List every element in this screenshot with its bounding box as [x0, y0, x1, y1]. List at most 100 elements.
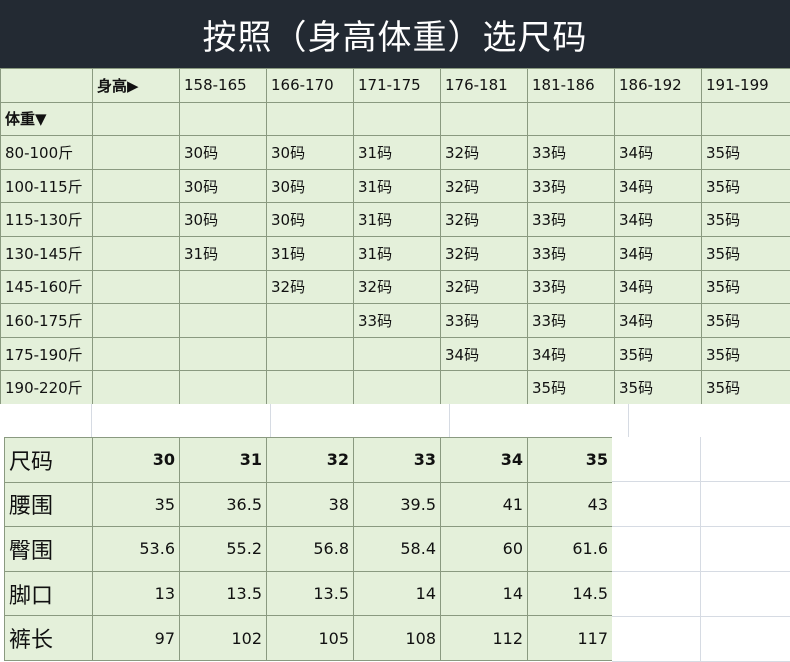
size-cell: 35码: [701, 135, 790, 170]
measurement-value: 13.5: [266, 570, 354, 617]
grid-empty-cell: [701, 101, 790, 137]
size-cell: 30码: [266, 168, 354, 204]
grid-empty-cell: [92, 135, 180, 170]
height-header-row: 身高▶ 158-165 166-170 171-175 176-181 181-186 18…: [0, 68, 790, 103]
size-cell: 33码: [527, 303, 615, 338]
measurement-value: 36.5: [179, 481, 267, 528]
size-cell: 30码: [179, 168, 267, 204]
height-range-header: 176-181: [440, 68, 528, 103]
size-cell: 34码: [440, 336, 528, 372]
grid-empty-cell: [92, 303, 180, 338]
size-cell: 32码: [440, 235, 528, 271]
table-row: 腰围 35 36.5 38 39.5 41 43: [4, 481, 613, 528]
height-range-header: 171-175: [353, 68, 441, 103]
measurement-value: 58.4: [353, 526, 441, 572]
weight-range-label: 145-160斤: [0, 269, 93, 305]
table-row: 80-100斤 30码 30码 31码 32码 33码 34码 35码: [0, 135, 790, 170]
size-cell: [179, 269, 267, 305]
measurement-value: 34: [440, 437, 528, 483]
size-cell: 30码: [179, 202, 267, 237]
grid-empty-cell: [527, 101, 615, 137]
size-cell: 32码: [440, 135, 528, 170]
measurement-value: 32: [266, 437, 354, 483]
size-cell: 31码: [353, 202, 441, 237]
size-cell: 35码: [701, 269, 790, 305]
measurement-value: 14: [353, 570, 441, 617]
size-cell: 35码: [614, 336, 702, 372]
size-cell: 30码: [179, 135, 267, 170]
measurement-value: 102: [179, 615, 267, 661]
table-row: 160-175斤 33码 33码 33码 34码 35码: [0, 303, 790, 338]
size-cell: 31码: [266, 235, 354, 271]
size-cell: 31码: [353, 235, 441, 271]
height-axis-label: 身高▶: [92, 68, 180, 103]
size-cell: 34码: [527, 336, 615, 372]
measurement-label: 脚口: [4, 570, 93, 617]
height-range-header: 166-170: [266, 68, 354, 103]
table-row: 100-115斤 30码 30码 31码 32码 33码 34码 35码: [0, 168, 790, 204]
spreadsheet-gridline: [700, 437, 701, 662]
spreadsheet-blank-row: [0, 404, 790, 437]
measurement-value: 112: [440, 615, 528, 661]
table-row: 裤长 97 102 105 108 112 117: [4, 615, 613, 661]
size-cell: 32码: [440, 202, 528, 237]
grid-empty-cell: [353, 101, 441, 137]
grid-empty-cell: [614, 101, 702, 137]
measurement-value: 105: [266, 615, 354, 661]
size-cell: 33码: [353, 303, 441, 338]
table-row: 臀围 53.6 55.2 56.8 58.4 60 61.6: [4, 526, 613, 572]
measurement-value: 38: [266, 481, 354, 528]
size-cell: [179, 336, 267, 372]
measurement-label: 尺码: [4, 437, 93, 483]
measurement-value: 41: [440, 481, 528, 528]
size-cell: 34码: [614, 235, 702, 271]
size-cell: 33码: [527, 235, 615, 271]
size-cell: 35码: [701, 303, 790, 338]
measurement-value: 55.2: [179, 526, 267, 572]
size-cell: 30码: [266, 202, 354, 237]
size-cell: [266, 370, 354, 405]
grid-empty-cell: [92, 269, 180, 305]
table-row: 145-160斤 32码 32码 32码 33码 34码 35码: [0, 269, 790, 305]
grid-corner-cell: [0, 68, 93, 103]
measurement-value: 108: [353, 615, 441, 661]
measurement-value: 14: [440, 570, 528, 617]
grid-empty-cell: [179, 101, 267, 137]
size-cell: 35码: [701, 235, 790, 271]
weight-range-label: 80-100斤: [0, 135, 93, 170]
size-cell: 34码: [614, 135, 702, 170]
table-row: 尺码 30 31 32 33 34 35: [4, 437, 613, 483]
size-cell: 32码: [440, 168, 528, 204]
table-row: 115-130斤 30码 30码 31码 32码 33码 34码 35码: [0, 202, 790, 237]
measurement-value: 61.6: [527, 526, 613, 572]
size-cell: 33码: [527, 135, 615, 170]
size-cell: 35码: [701, 202, 790, 237]
size-cell: 35码: [614, 370, 702, 405]
weight-range-label: 175-190斤: [0, 336, 93, 372]
size-cell: 35码: [527, 370, 615, 405]
measurement-label: 腰围: [4, 481, 93, 528]
size-cell: 32码: [353, 269, 441, 305]
size-cell: 33码: [527, 202, 615, 237]
weight-header-row: 体重▼: [0, 101, 790, 137]
size-cell: [266, 303, 354, 338]
measurement-value: 31: [179, 437, 267, 483]
table-row: 175-190斤 34码 34码 35码 35码: [0, 336, 790, 372]
size-cell: 33码: [527, 269, 615, 305]
measurement-value: 56.8: [266, 526, 354, 572]
measurement-value: 43: [527, 481, 613, 528]
height-range-header: 191-199: [701, 68, 790, 103]
size-cell: 31码: [179, 235, 267, 271]
measurement-label: 臀围: [4, 526, 93, 572]
spreadsheet-empty-area: [612, 437, 790, 662]
grid-empty-cell: [92, 235, 180, 271]
measurement-value: 35: [527, 437, 613, 483]
size-cell: 34码: [614, 269, 702, 305]
size-cell: 31码: [353, 168, 441, 204]
size-cell: 34码: [614, 303, 702, 338]
size-cell: 34码: [614, 202, 702, 237]
weight-range-label: 130-145斤: [0, 235, 93, 271]
measurement-table: 尺码 30 31 32 33 34 35 腰围 35 36.5 38 39.5 41 43 臀围 53.6 55…: [4, 437, 613, 661]
size-cell: 35码: [701, 370, 790, 405]
size-cell: 32码: [266, 269, 354, 305]
